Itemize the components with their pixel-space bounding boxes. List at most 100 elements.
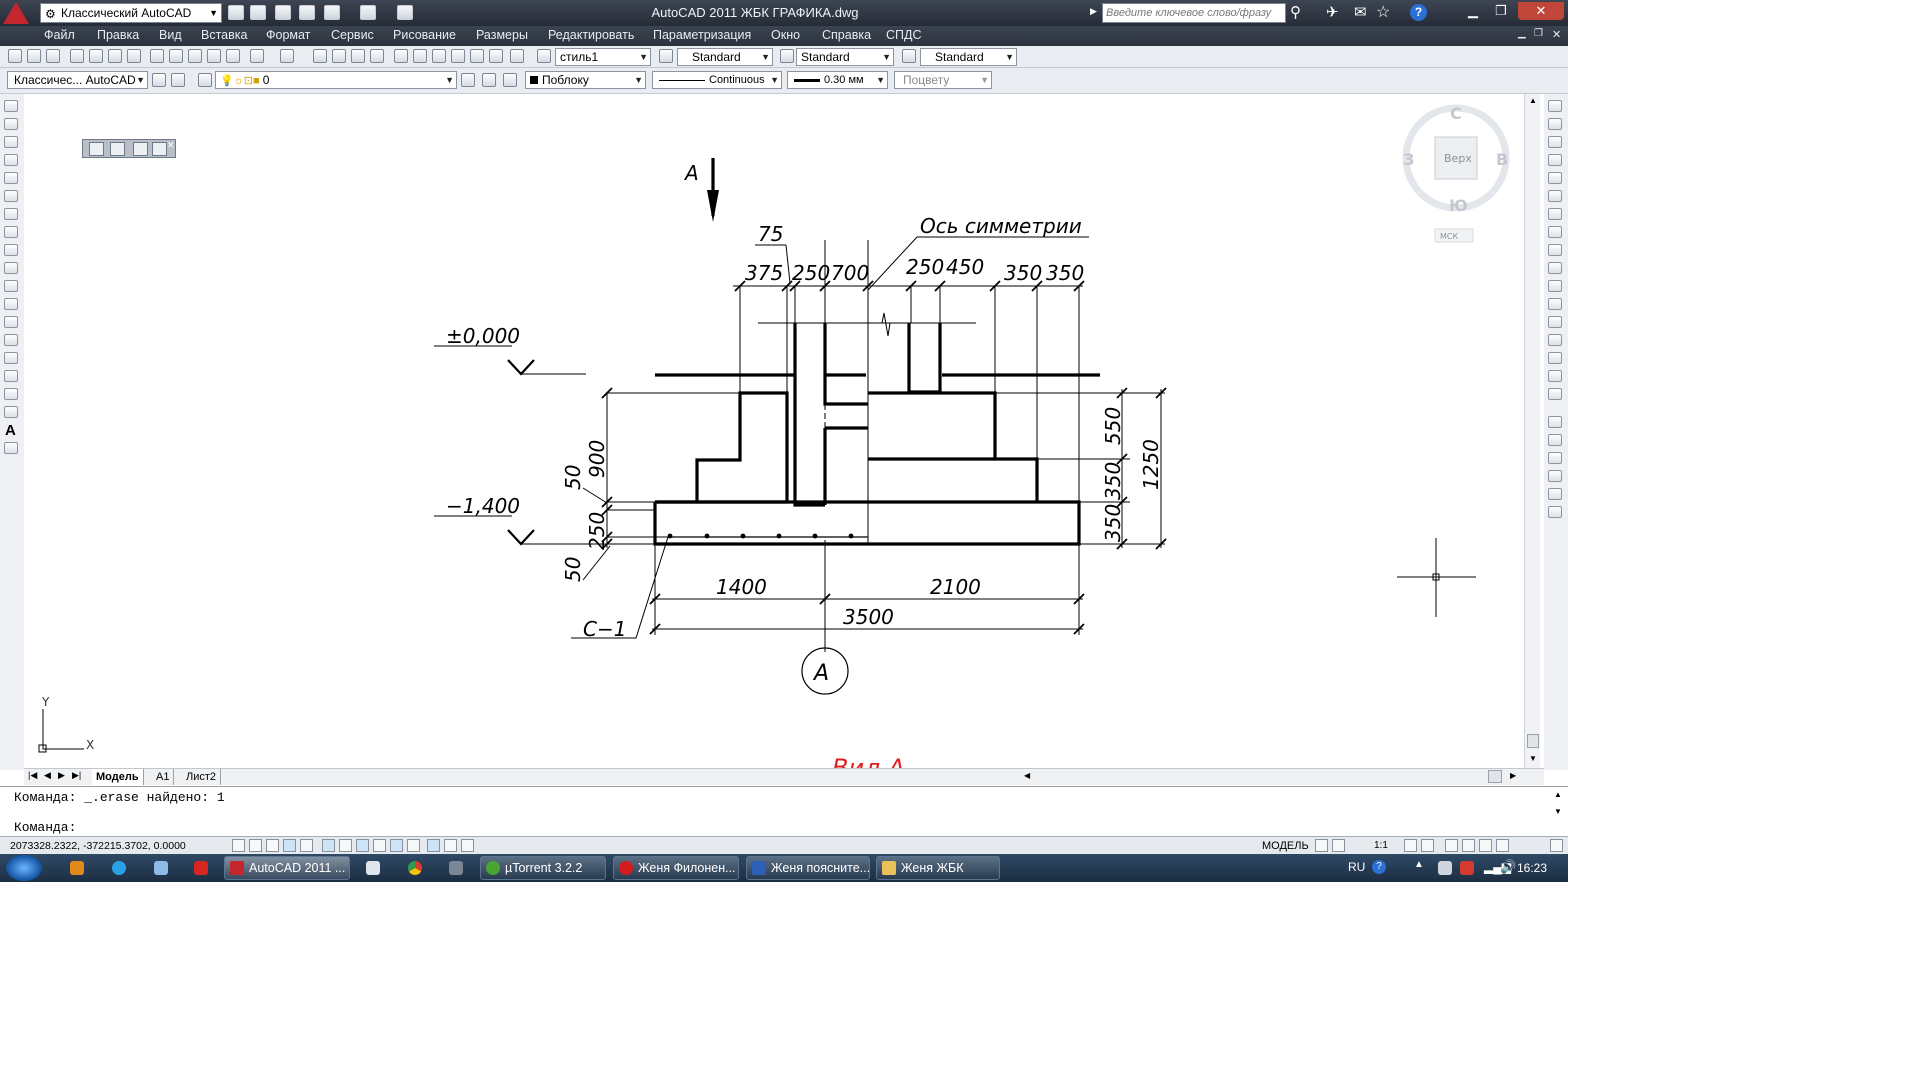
publish-icon[interactable] — [108, 49, 122, 63]
language-indicator[interactable]: RU — [1348, 860, 1365, 874]
tab-sheet2[interactable]: Лист2 — [182, 769, 222, 785]
close-button[interactable]: ✕ — [1518, 2, 1564, 20]
mirror-icon[interactable] — [1548, 136, 1562, 148]
chamfer-icon[interactable] — [1548, 352, 1562, 364]
scroll-up-icon[interactable]: ▲ — [1529, 96, 1537, 105]
toolpalettes-icon[interactable] — [432, 49, 446, 63]
break-icon[interactable] — [1548, 316, 1562, 328]
ellipse-arc-icon[interactable] — [4, 280, 18, 292]
mtext-icon[interactable]: A — [5, 422, 16, 439]
stretch-icon[interactable] — [1548, 244, 1562, 256]
model-space-label[interactable]: МОДЕЛЬ — [1262, 840, 1309, 852]
move-icon[interactable] — [1548, 190, 1562, 202]
menu-edit[interactable]: Правка — [97, 28, 139, 42]
media-player-icon[interactable] — [70, 861, 84, 875]
task-autocad[interactable]: AutoCAD 2011 ... — [224, 856, 350, 880]
menu-dimension[interactable]: Размеры — [476, 28, 528, 42]
table-style-icon[interactable] — [780, 49, 794, 63]
ducs-toggle[interactable] — [373, 839, 386, 852]
minimize-button[interactable]: ▁ — [1460, 2, 1486, 20]
erase-icon[interactable] — [1548, 100, 1562, 112]
undo-tb-icon[interactable] — [250, 49, 264, 63]
dyn-toggle[interactable] — [390, 839, 403, 852]
clock[interactable]: 16:23 — [1517, 861, 1547, 875]
markup-icon[interactable] — [470, 49, 484, 63]
insert-block-icon[interactable] — [4, 298, 18, 310]
snap-toggle[interactable] — [249, 839, 262, 852]
osnap-toggle[interactable] — [322, 839, 335, 852]
zoom-previous-icon[interactable] — [370, 49, 384, 63]
otrack-toggle[interactable] — [356, 839, 369, 852]
floating-toolbar[interactable]: ✕ — [82, 139, 176, 158]
quick-view-drawings-icon[interactable] — [1332, 839, 1345, 852]
ft-button-4-icon[interactable] — [152, 142, 167, 156]
join-icon[interactable] — [1548, 334, 1562, 346]
ft-button-1-icon[interactable] — [89, 142, 104, 156]
copy-icon[interactable] — [169, 49, 183, 63]
zoom-window-icon[interactable] — [351, 49, 365, 63]
construction-line-icon[interactable] — [4, 118, 18, 130]
gradient-icon[interactable] — [4, 370, 18, 382]
next-tab-icon[interactable]: ▶ — [58, 770, 65, 781]
layer-states-icon[interactable] — [503, 73, 517, 87]
annotation-scale[interactable]: 1:1 — [1374, 840, 1388, 851]
cut-icon[interactable] — [150, 49, 164, 63]
scroll-down-icon[interactable]: ▼ — [1529, 754, 1537, 763]
mleader-style-dropdown[interactable]: Standard ▼ — [920, 48, 1017, 66]
task-utorrent[interactable]: µTorrent 3.2.2 — [480, 856, 606, 880]
3dosnap-toggle[interactable] — [339, 839, 352, 852]
circle-icon[interactable] — [4, 208, 18, 220]
draworder-above-icon[interactable] — [1548, 470, 1562, 482]
workspace-save-icon[interactable] — [171, 73, 185, 87]
ft-button-3-icon[interactable] — [133, 142, 148, 156]
undo-icon[interactable] — [324, 5, 340, 20]
autocad-logo-icon[interactable] — [3, 2, 29, 24]
dim-style-icon[interactable] — [659, 49, 673, 63]
block-editor-icon[interactable] — [226, 49, 240, 63]
offset-icon[interactable] — [1548, 154, 1562, 166]
polygon-icon[interactable] — [4, 154, 18, 166]
maximize-button[interactable]: ❐ — [1488, 2, 1514, 20]
matchprop-icon[interactable] — [207, 49, 221, 63]
lineweight-dropdown[interactable]: 0.30 мм ▼ — [787, 71, 888, 89]
favorites-star-icon[interactable]: ☆ — [1376, 2, 1390, 22]
search-expand-icon[interactable]: ▶ — [1090, 6, 1097, 17]
redo-tb-icon[interactable] — [280, 49, 294, 63]
line-icon[interactable] — [4, 100, 18, 112]
quick-view-layouts-icon[interactable] — [1315, 839, 1328, 852]
region-icon[interactable] — [4, 388, 18, 400]
workspace-dropdown[interactable]: ⚙ Классический AutoCAD ▼ — [40, 3, 222, 23]
layer-manager-icon[interactable] — [198, 73, 212, 87]
qsave-icon[interactable] — [275, 5, 291, 20]
communication-icon[interactable]: ✉ — [1354, 3, 1367, 21]
mleader-style-icon[interactable] — [902, 49, 916, 63]
skype-icon[interactable] — [112, 861, 126, 875]
text-style-dropdown[interactable]: стиль1 ▼ — [555, 48, 651, 66]
saveas-icon[interactable] — [299, 5, 315, 20]
color-dropdown[interactable]: Поблоку ▼ — [525, 71, 646, 89]
tray-app-icon[interactable] — [1438, 861, 1452, 875]
text-style-icon[interactable] — [537, 49, 551, 63]
coordinates-readout[interactable]: 2073328.2322, -372215.3702, 0.0000 — [10, 840, 186, 852]
first-tab-icon[interactable]: |◀ — [28, 770, 37, 781]
help-tb-icon[interactable] — [510, 49, 524, 63]
plotstyle-dropdown[interactable]: Поцвету ▼ — [894, 71, 992, 89]
spline-icon[interactable] — [4, 244, 18, 256]
ft-button-2-icon[interactable] — [110, 142, 125, 156]
make-block-icon[interactable] — [4, 316, 18, 328]
scroll-thumb[interactable] — [1527, 734, 1539, 748]
chrome-icon[interactable] — [408, 861, 422, 875]
open-icon[interactable] — [27, 49, 41, 63]
plot-icon[interactable] — [397, 5, 413, 20]
print-icon[interactable] — [70, 49, 84, 63]
prev-tab-icon[interactable]: ◀ — [44, 770, 51, 781]
redo-icon[interactable] — [360, 5, 376, 20]
menu-format[interactable]: Формат — [266, 28, 310, 42]
new-icon[interactable] — [8, 49, 22, 63]
viewcube-east[interactable]: В — [1496, 150, 1508, 169]
antivirus-icon[interactable] — [1460, 861, 1474, 875]
menu-modify[interactable]: Редактировать — [548, 28, 634, 42]
polar-toggle[interactable] — [300, 839, 313, 852]
cmd-scroll-down-icon[interactable]: ▼ — [1554, 807, 1562, 816]
cmd-scroll-up-icon[interactable]: ▲ — [1554, 790, 1562, 799]
